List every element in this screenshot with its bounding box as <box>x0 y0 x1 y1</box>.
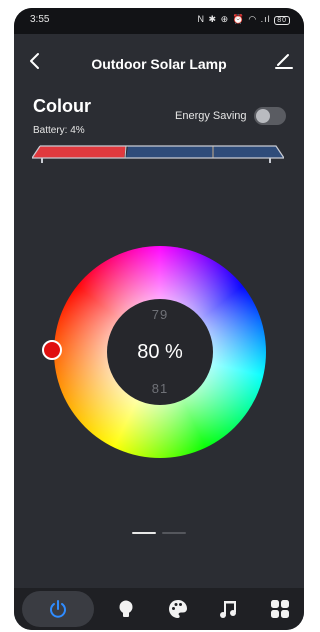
page-dot[interactable] <box>162 532 186 534</box>
page-title: Outdoor Solar Lamp <box>91 56 227 72</box>
solar-panel-indicator <box>32 145 284 163</box>
status-icons: N ✱ ⊕ ⏰ ◠ .ıl 80 <box>198 14 290 25</box>
bottom-nav <box>14 588 304 630</box>
battery-icon: 80 <box>274 16 290 25</box>
music-icon[interactable] <box>216 597 240 621</box>
page-indicator <box>132 532 192 536</box>
brightness-value: 80 % <box>137 341 183 363</box>
page-dot-active[interactable] <box>132 532 156 534</box>
panel-segment-1 <box>32 146 126 158</box>
color-picker-handle[interactable] <box>42 340 62 360</box>
brightness-next: 81 <box>151 381 169 396</box>
panel-segment-2 <box>126 146 212 158</box>
brightness-prev: 79 <box>151 307 169 322</box>
energy-saving-label: Energy Saving <box>175 110 247 122</box>
brightness-dial[interactable]: 79 80 % 81 <box>107 299 213 405</box>
toggle-knob <box>256 109 270 123</box>
status-bar: 3:55 N ✱ ⊕ ⏰ ◠ .ıl 80 <box>14 8 304 34</box>
status-indicator-icons: N ✱ ⊕ ⏰ ◠ .ıl <box>197 14 271 24</box>
energy-saving-toggle[interactable] <box>254 107 286 125</box>
power-icon[interactable] <box>46 597 70 621</box>
scenes-grid-icon[interactable] <box>268 597 292 621</box>
mode-title: Colour <box>33 96 91 116</box>
color-wheel[interactable]: 79 80 % 81 <box>54 246 266 458</box>
panel-segment-3 <box>214 146 284 158</box>
lightbulb-icon[interactable] <box>114 597 138 621</box>
battery-level: Battery: 4% <box>33 125 85 136</box>
edit-icon[interactable] <box>272 48 296 72</box>
header: Outdoor Solar Lamp <box>14 34 304 92</box>
app-screen: 3:55 N ✱ ⊕ ⏰ ◠ .ıl 80 Outdoor Solar Lamp… <box>14 8 304 630</box>
palette-icon[interactable] <box>166 597 190 621</box>
status-time: 3:55 <box>30 14 50 25</box>
